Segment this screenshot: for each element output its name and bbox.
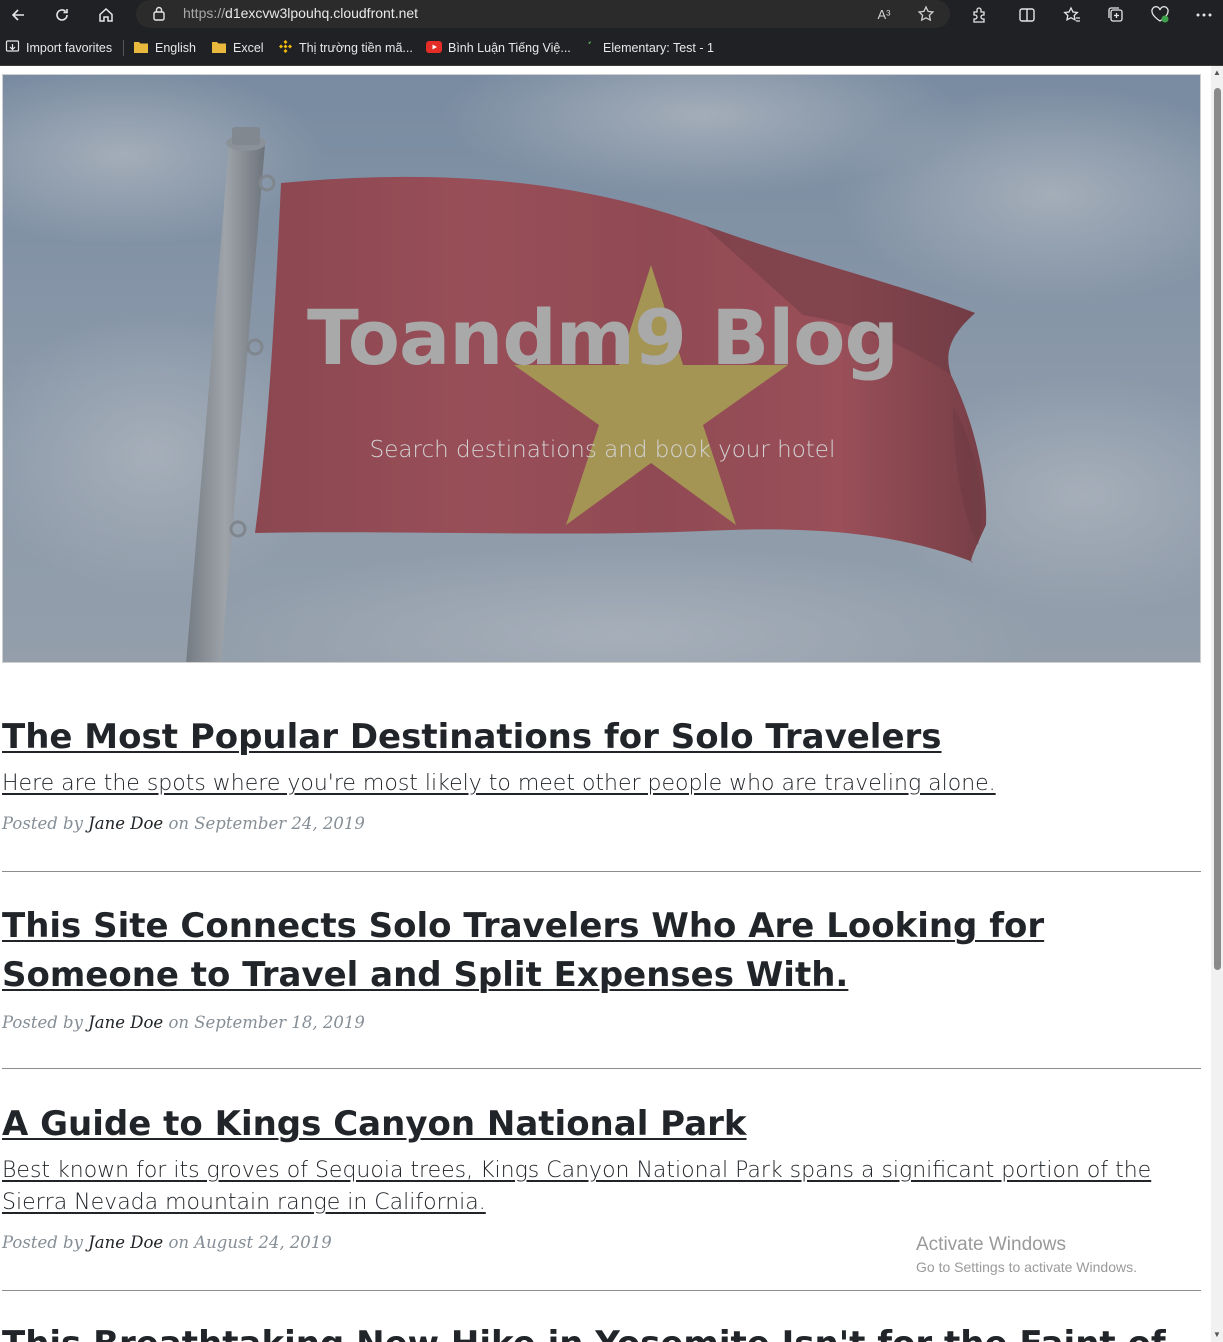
more-menu-icon[interactable] xyxy=(1192,3,1216,27)
bookmark-youtube[interactable]: Bình Luận Tiếng Việ... xyxy=(426,39,571,57)
web-page: Toandm9 Blog Search destinations and boo… xyxy=(0,66,1223,1342)
youtube-icon xyxy=(426,40,442,56)
post-divider xyxy=(2,1068,1201,1069)
read-aloud-label: A³ xyxy=(877,6,891,22)
post-date: on August 24, 2019 xyxy=(168,1233,332,1252)
hero-banner: Toandm9 Blog Search destinations and boo… xyxy=(2,74,1201,663)
bookmark-label: Excel xyxy=(233,41,264,55)
bookmark-import-favorites[interactable]: Import favorites xyxy=(5,39,112,57)
post-subtitle-link[interactable]: Best known for its groves of Sequoia tre… xyxy=(2,1155,1201,1219)
bookmark-label: English xyxy=(155,41,196,55)
post-title-link[interactable]: This Breathtaking New Hike in Yosemite I… xyxy=(2,1320,1201,1342)
collections-icon[interactable] xyxy=(1104,3,1128,27)
site-title: Toandm9 Blog xyxy=(307,293,899,382)
address-bar[interactable]: https://d1excvw3lpouhq.cloudfront.net A³ xyxy=(136,0,950,28)
scroll-down-arrow-icon[interactable]: ▼ xyxy=(1212,1330,1222,1340)
page-scrollbar[interactable]: ▲ ▼ xyxy=(1211,66,1223,1342)
refresh-icon[interactable] xyxy=(49,2,75,28)
post-subtitle-link[interactable]: Here are the spots where you're most lik… xyxy=(2,768,1201,800)
binance-icon xyxy=(278,39,293,57)
post-preview: A Guide to Kings Canyon National Park Be… xyxy=(2,1100,1201,1252)
activate-windows-watermark: Activate Windows Go to Settings to activ… xyxy=(916,1234,1137,1275)
bookmark-binance[interactable]: Thị trường tiền mã... xyxy=(278,39,413,57)
post-title-link[interactable]: The Most Popular Destinations for Solo T… xyxy=(2,713,1201,762)
post-divider xyxy=(2,1290,1201,1291)
scroll-up-arrow-icon[interactable]: ▲ xyxy=(1212,68,1222,78)
bookmark-excel[interactable]: Excel xyxy=(211,39,264,57)
bookmark-label: Bình Luận Tiếng Việ... xyxy=(448,41,571,55)
site-icon xyxy=(582,39,597,57)
watermark-title: Activate Windows xyxy=(916,1234,1066,1255)
extensions-icon[interactable] xyxy=(967,3,991,27)
browser-toolbar: https://d1excvw3lpouhq.cloudfront.net A³ xyxy=(0,0,1223,30)
folder-icon xyxy=(211,40,227,57)
post-title-link[interactable]: A Guide to Kings Canyon National Park xyxy=(2,1100,1201,1149)
meta-prefix: Posted by xyxy=(2,1013,83,1032)
post-author-link[interactable]: Jane Doe xyxy=(88,1233,163,1252)
scroll-thumb[interactable] xyxy=(1214,88,1221,970)
post-date: on September 18, 2019 xyxy=(168,1013,365,1032)
bookmark-label: Elementary: Test - 1 xyxy=(603,41,714,55)
bookmark-label: Thị trường tiền mã... xyxy=(299,41,413,55)
bookmark-label: Import favorites xyxy=(26,41,113,55)
post-author-link[interactable]: Jane Doe xyxy=(88,814,163,833)
bookmark-english[interactable]: English xyxy=(133,39,196,57)
post-preview: The Most Popular Destinations for Solo T… xyxy=(2,713,1201,833)
lock-icon[interactable] xyxy=(152,5,166,26)
home-icon[interactable] xyxy=(93,2,119,28)
site-subtitle: Search destinations and book your hotel xyxy=(369,437,836,463)
favorites-icon[interactable] xyxy=(1060,3,1084,27)
meta-prefix: Posted by xyxy=(2,814,83,833)
import-icon xyxy=(5,39,20,57)
read-aloud-icon[interactable]: A³ xyxy=(874,4,894,24)
bookmark-elementary-test[interactable]: Elementary: Test - 1 xyxy=(582,39,714,57)
bookmark-separator xyxy=(123,40,124,56)
post-preview: This Breathtaking New Hike in Yosemite I… xyxy=(2,1320,1201,1342)
url-scheme: https:// xyxy=(183,5,226,21)
post-date: on September 24, 2019 xyxy=(168,814,365,833)
split-screen-icon[interactable] xyxy=(1015,3,1039,27)
url-host: d1excvw3lpouhq.cloudfront.net xyxy=(225,5,419,21)
post-title-link[interactable]: This Site Connects Solo Travelers Who Ar… xyxy=(2,902,1201,1000)
post-divider xyxy=(2,871,1201,872)
folder-icon xyxy=(133,40,149,57)
watermark-subtitle: Go to Settings to activate Windows. xyxy=(916,1259,1137,1275)
post-meta: Posted by Jane Doe on September 18, 2019 xyxy=(2,1013,1201,1032)
bookmarks-bar: Import favorites English Excel Thị trườn… xyxy=(0,30,1223,66)
favorite-star-icon[interactable] xyxy=(916,4,936,24)
post-meta: Posted by Jane Doe on September 24, 2019 xyxy=(2,814,1201,833)
browser-essentials-icon[interactable] xyxy=(1148,3,1172,27)
post-author-link[interactable]: Jane Doe xyxy=(88,1013,163,1032)
meta-prefix: Posted by xyxy=(2,1233,83,1252)
back-icon[interactable] xyxy=(5,2,31,28)
post-preview: This Site Connects Solo Travelers Who Ar… xyxy=(2,902,1201,1032)
url-text[interactable]: https://d1excvw3lpouhq.cloudfront.net xyxy=(183,5,418,21)
